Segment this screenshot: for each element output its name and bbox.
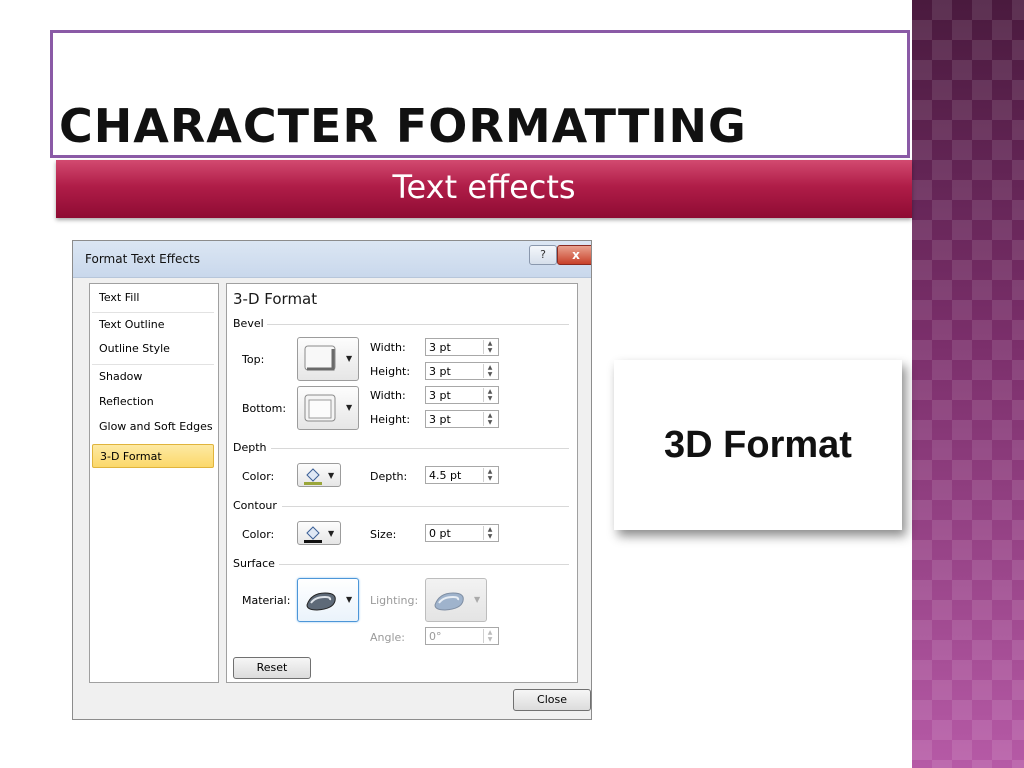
angle-value: 0° bbox=[429, 630, 442, 643]
sidebar-item-outline-style[interactable]: Outline Style bbox=[92, 337, 214, 361]
lighting-label: Lighting: bbox=[370, 594, 419, 607]
sidebar-item-text-outline[interactable]: Text Outline bbox=[92, 312, 214, 336]
contour-color-dropdown[interactable]: ▼ bbox=[297, 521, 341, 545]
lighting-dropdown[interactable]: ▼ bbox=[425, 578, 487, 622]
help-button[interactable]: ? bbox=[529, 245, 557, 265]
subtitle-bar: Text effects bbox=[56, 160, 912, 218]
slide-subtitle: Text effects bbox=[392, 168, 576, 206]
sidebar-item-shadow[interactable]: Shadow bbox=[92, 364, 214, 388]
dialog-client-area: Text Fill Text Outline Outline Style Sha… bbox=[81, 279, 591, 715]
settings-pane: 3-D Format Bevel Top: ▼ Width: 3 pt ▲ ▼ H… bbox=[226, 283, 578, 683]
sidebar-item-glow-soft-edges[interactable]: Glow and Soft Edges bbox=[92, 415, 214, 439]
material-dropdown[interactable]: ▼ bbox=[297, 578, 359, 622]
window-close-button[interactable]: x bbox=[557, 245, 591, 265]
material-icon bbox=[306, 592, 336, 611]
surface-group-label: Surface bbox=[233, 557, 275, 570]
contour-size-label: Size: bbox=[370, 528, 397, 541]
format-text-effects-dialog: Format Text Effects ? x Text Fill Text O… bbox=[72, 240, 592, 720]
bevel-bottom-icon bbox=[304, 394, 336, 422]
chevron-down-icon: ▼ bbox=[474, 595, 481, 604]
chevron-down-icon: ▼ bbox=[346, 354, 353, 363]
depth-divider bbox=[271, 448, 569, 449]
sidebar-item-reflection[interactable]: Reflection bbox=[92, 390, 214, 414]
spinner-arrows-icon[interactable]: ▲ ▼ bbox=[483, 364, 496, 378]
spinner-arrows-icon[interactable]: ▲ ▼ bbox=[483, 468, 496, 482]
bevel-top-width-value: 3 pt bbox=[429, 341, 451, 354]
depth-value: 4.5 pt bbox=[429, 469, 462, 482]
bevel-top-icon bbox=[304, 345, 336, 371]
chevron-down-icon: ▼ bbox=[346, 403, 353, 412]
dialog-titlebar[interactable]: Format Text Effects ? x bbox=[73, 241, 591, 278]
decorative-side-band bbox=[912, 0, 1024, 768]
bevel-bottom-width-value: 3 pt bbox=[429, 389, 451, 402]
bevel-bottom-label: Bottom: bbox=[242, 402, 287, 415]
close-icon: x bbox=[572, 248, 580, 262]
bevel-bottom-width-label: Width: bbox=[370, 389, 406, 402]
bevel-top-height-label: Height: bbox=[370, 365, 411, 378]
spinner-arrows-icon[interactable]: ▲ ▼ bbox=[483, 629, 496, 643]
material-label: Material: bbox=[242, 594, 291, 607]
close-button[interactable]: Close bbox=[513, 689, 591, 711]
bevel-bottom-height-input[interactable]: 3 pt ▲ ▼ bbox=[425, 410, 499, 428]
contour-group-label: Contour bbox=[233, 499, 277, 512]
paint-bucket-icon bbox=[304, 468, 322, 485]
bevel-top-dropdown[interactable]: ▼ bbox=[297, 337, 359, 381]
bevel-top-width-label: Width: bbox=[370, 341, 406, 354]
bevel-top-height-input[interactable]: 3 pt ▲ ▼ bbox=[425, 362, 499, 380]
depth-color-label: Color: bbox=[242, 470, 275, 483]
bevel-top-height-value: 3 pt bbox=[429, 365, 451, 378]
callout-text: 3D Format bbox=[664, 424, 852, 466]
help-icon: ? bbox=[540, 248, 546, 261]
sidebar-item-text-fill[interactable]: Text Fill bbox=[92, 286, 214, 310]
angle-input[interactable]: 0° ▲ ▼ bbox=[425, 627, 499, 645]
pane-title: 3-D Format bbox=[233, 290, 318, 308]
bevel-group-label: Bevel bbox=[233, 317, 264, 330]
surface-divider bbox=[279, 564, 569, 565]
chevron-down-icon: ▼ bbox=[346, 595, 353, 604]
bevel-top-label: Top: bbox=[242, 353, 265, 366]
slide-title: CHARACTER FORMATTING bbox=[59, 99, 747, 153]
chevron-down-icon: ▼ bbox=[328, 471, 335, 480]
spinner-arrows-icon[interactable]: ▲ ▼ bbox=[483, 412, 496, 426]
depth-input[interactable]: 4.5 pt ▲ ▼ bbox=[425, 466, 499, 484]
dialog-title: Format Text Effects bbox=[85, 252, 200, 266]
contour-divider bbox=[282, 506, 569, 507]
slide-title-box: CHARACTER FORMATTING bbox=[50, 30, 910, 158]
3d-format-callout: 3D Format bbox=[614, 360, 902, 530]
spinner-arrows-icon[interactable]: ▲ ▼ bbox=[483, 526, 496, 540]
spinner-arrows-icon[interactable]: ▲ ▼ bbox=[483, 388, 496, 402]
bevel-top-width-input[interactable]: 3 pt ▲ ▼ bbox=[425, 338, 499, 356]
contour-size-value: 0 pt bbox=[429, 527, 451, 540]
depth-group-label: Depth bbox=[233, 441, 267, 454]
bevel-bottom-height-label: Height: bbox=[370, 413, 411, 426]
angle-label: Angle: bbox=[370, 631, 406, 644]
paint-bucket-icon bbox=[304, 526, 322, 543]
bevel-bottom-dropdown[interactable]: ▼ bbox=[297, 386, 359, 430]
bevel-bottom-width-input[interactable]: 3 pt ▲ ▼ bbox=[425, 386, 499, 404]
contour-size-input[interactable]: 0 pt ▲ ▼ bbox=[425, 524, 499, 542]
depth-color-dropdown[interactable]: ▼ bbox=[297, 463, 341, 487]
contour-color-label: Color: bbox=[242, 528, 275, 541]
spinner-arrows-icon[interactable]: ▲ ▼ bbox=[483, 340, 496, 354]
reset-button[interactable]: Reset bbox=[233, 657, 311, 679]
sidebar-item-3d-format[interactable]: 3-D Format bbox=[92, 444, 214, 468]
bevel-bottom-height-value: 3 pt bbox=[429, 413, 451, 426]
depth-label: Depth: bbox=[370, 470, 408, 483]
category-list: Text Fill Text Outline Outline Style Sha… bbox=[89, 283, 219, 683]
chevron-down-icon: ▼ bbox=[328, 529, 335, 538]
lighting-icon bbox=[434, 592, 464, 611]
bevel-divider bbox=[267, 324, 569, 325]
